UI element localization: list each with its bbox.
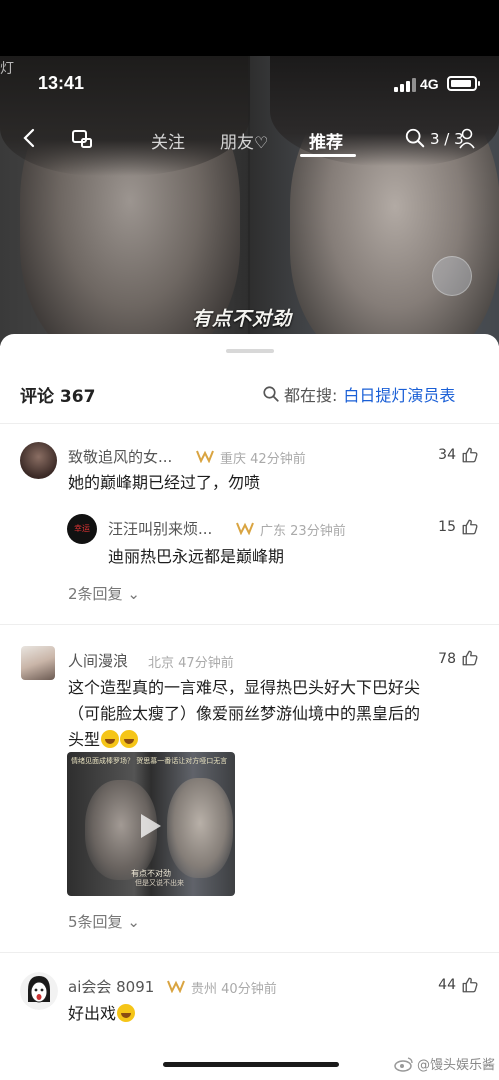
tab-following[interactable]: 关注 — [151, 128, 185, 153]
comment-text: 好出戏 — [68, 1001, 136, 1027]
video-subtitle: 有点不对劲 — [192, 308, 293, 330]
status-bar: 13:41 4G — [0, 70, 499, 100]
thumbs-up-icon[interactable] — [461, 976, 479, 994]
search-hint-label: 都在搜: — [284, 386, 338, 405]
reply-text: 迪丽热巴永远都是巅峰期 — [108, 547, 285, 566]
drag-handle[interactable] — [226, 349, 274, 353]
comment-text: 她的巅峰期已经过了，勿喷 — [68, 473, 261, 492]
comment-username[interactable]: 致敬追风的女... — [68, 446, 172, 467]
image-subtitle: 但是又说不出来 — [135, 879, 184, 887]
reply-meta: 广东 23分钟前 — [260, 524, 346, 539]
search-icon[interactable] — [404, 127, 426, 149]
laugh-cry-emoji-icon — [120, 730, 139, 748]
back-arrow-icon[interactable] — [18, 126, 42, 150]
comment-count: 评论 367 — [20, 387, 96, 407]
like-count: 44 — [438, 977, 456, 993]
comment-meta: 北京 47分钟前 — [148, 656, 234, 671]
tab-recommend[interactable]: 推荐 — [309, 128, 343, 153]
divider — [0, 423, 499, 424]
chevron-down-icon: ⌄ — [127, 913, 140, 931]
thumbs-up-icon[interactable] — [461, 446, 479, 464]
battery-icon — [447, 76, 480, 91]
like-count: 78 — [438, 651, 456, 667]
play-icon[interactable] — [139, 812, 163, 840]
divider — [0, 952, 499, 953]
thumbs-up-icon[interactable] — [461, 518, 479, 536]
status-time: 13:41 — [38, 73, 85, 93]
comment-username[interactable]: 人间漫浪 — [68, 650, 128, 671]
image-caption: 情绪见面成棒罗场？ 贺思慕一番话让对方哑口无言 — [71, 757, 228, 765]
top-nav: 关注 朋友♡ 推荐 3 / 3 — [0, 122, 499, 158]
source-watermark: @馒头娱乐酱 — [394, 1054, 495, 1073]
person-icon[interactable] — [458, 128, 476, 150]
search-icon — [263, 386, 279, 402]
active-tab-indicator — [300, 154, 356, 157]
screen-cast-icon[interactable] — [70, 127, 94, 151]
laugh-cry-emoji-icon — [101, 730, 120, 748]
expand-replies-button[interactable]: 2条回复 ⌄ — [68, 583, 140, 604]
comment-meta: 贵州 40分钟前 — [191, 982, 277, 997]
fan-badge-icon — [167, 980, 185, 993]
thumbs-up-icon[interactable] — [461, 649, 479, 667]
fan-badge-icon — [196, 450, 214, 463]
comment-image[interactable]: 情绪见面成棒罗场？ 贺思慕一番话让对方哑口无言 有点不对劲 但是又说不出来 — [67, 752, 235, 896]
avatar[interactable] — [21, 646, 55, 680]
fan-badge-icon — [236, 522, 254, 535]
top-black-band — [0, 0, 499, 56]
expand-replies-button[interactable]: 5条回复 ⌄ — [68, 911, 140, 932]
comment-text: 这个造型真的一言难尽，显得热巴头好大下巴好尖 （可能脸太瘦了）像爱丽丝梦游仙境中… — [68, 678, 421, 749]
trending-search[interactable]: 都在搜: 白日提灯演员表 — [262, 382, 455, 406]
avatar[interactable] — [20, 972, 58, 1010]
heart-icon: ♡ — [254, 133, 269, 152]
chevron-down-icon: ⌄ — [127, 585, 140, 603]
like-count: 34 — [438, 447, 456, 463]
tab-friends[interactable]: 朋友♡ — [220, 128, 268, 153]
network-type: 4G — [420, 76, 439, 92]
comment-username[interactable]: ai会会 8091 — [68, 976, 154, 997]
comments-header: 评论 367 都在搜: 白日提灯演员表 — [0, 378, 499, 408]
signal-icon — [394, 78, 416, 92]
search-hint-term[interactable]: 白日提灯演员表 — [343, 382, 455, 406]
home-indicator[interactable] — [163, 1062, 339, 1067]
comment-meta: 重庆 42分钟前 — [220, 452, 306, 467]
weibo-logo-icon — [394, 1056, 413, 1072]
laugh-emoji-icon — [117, 1004, 136, 1022]
floating-button[interactable] — [432, 256, 472, 296]
divider — [0, 624, 499, 625]
avatar[interactable] — [20, 442, 57, 479]
reply-avatar[interactable]: 幸运 — [67, 514, 97, 544]
like-count: 15 — [438, 519, 456, 535]
reply-username[interactable]: 汪汪叫别来烦... — [108, 518, 212, 539]
